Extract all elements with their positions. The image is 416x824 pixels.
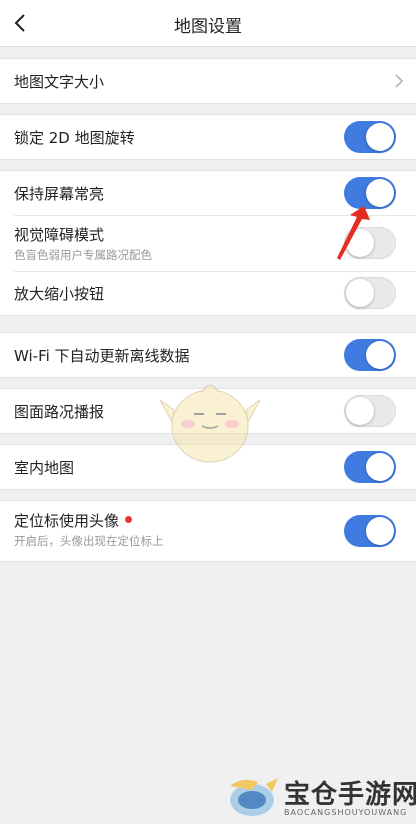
- setting-label: 定位标使用头像: [14, 512, 120, 530]
- setting-label: 锁定 2D 地图旋转: [14, 129, 135, 147]
- toggle-knob: [366, 453, 394, 481]
- setting-row-zoom-buttons: 放大缩小按钮: [0, 271, 416, 315]
- traffic-broadcast-toggle[interactable]: [344, 395, 396, 427]
- settings-group-avatar-marker: 定位标使用头像 开启后，头像出现在定位标上: [0, 500, 416, 562]
- setting-row-avatar-marker: 定位标使用头像 开启后，头像出现在定位标上: [0, 501, 416, 561]
- setting-row-text-size[interactable]: 地图文字大小: [0, 59, 416, 103]
- keep-screen-on-toggle[interactable]: [344, 177, 396, 209]
- mascot-watermark-icon: [159, 384, 261, 463]
- setting-row-lock-2d-rotation: 锁定 2D 地图旋转: [0, 115, 416, 159]
- avatar-marker-toggle[interactable]: [344, 515, 396, 547]
- annotation-arrow-icon: [337, 206, 370, 260]
- toggle-knob: [366, 179, 394, 207]
- nav-bar: 地图设置: [0, 0, 416, 47]
- setting-sublabel: 开启后，头像出现在定位标上: [14, 534, 164, 548]
- settings-group-text-size: 地图文字大小: [0, 58, 416, 104]
- toggle-knob: [366, 341, 394, 369]
- watermark-site-domain: BAOCANGSHOUYOUWANG: [284, 808, 408, 817]
- setting-label: 图面路况播报: [14, 403, 105, 421]
- setting-label: 放大缩小按钮: [14, 285, 105, 303]
- setting-sublabel: 色盲色弱用户专属路况配色: [14, 248, 152, 262]
- lock-rotation-toggle[interactable]: [344, 121, 396, 153]
- setting-label: 室内地图: [14, 459, 75, 477]
- indoor-map-toggle[interactable]: [344, 451, 396, 483]
- wifi-auto-update-toggle[interactable]: [344, 339, 396, 371]
- toggle-knob: [346, 397, 374, 425]
- toggle-knob: [366, 517, 394, 545]
- zoom-buttons-toggle[interactable]: [344, 277, 396, 309]
- setting-label-with-badge: 定位标使用头像: [14, 510, 133, 531]
- toggle-knob: [366, 123, 394, 151]
- setting-label: 保持屏幕常亮: [14, 185, 105, 203]
- watermark-site-name: 宝仓手游网: [284, 780, 416, 810]
- toggle-knob: [346, 279, 374, 307]
- setting-label: Wi-Fi 下自动更新离线数据: [14, 347, 190, 365]
- setting-label: 视觉障碍模式: [14, 226, 105, 244]
- chevron-right-icon: [395, 74, 404, 88]
- site-logo-watermark-icon: [230, 778, 278, 816]
- settings-group-lock-rotation: 锁定 2D 地图旋转: [0, 114, 416, 160]
- new-badge-dot: [125, 516, 133, 523]
- setting-label: 地图文字大小: [14, 73, 105, 91]
- page-title: 地图设置: [174, 17, 242, 37]
